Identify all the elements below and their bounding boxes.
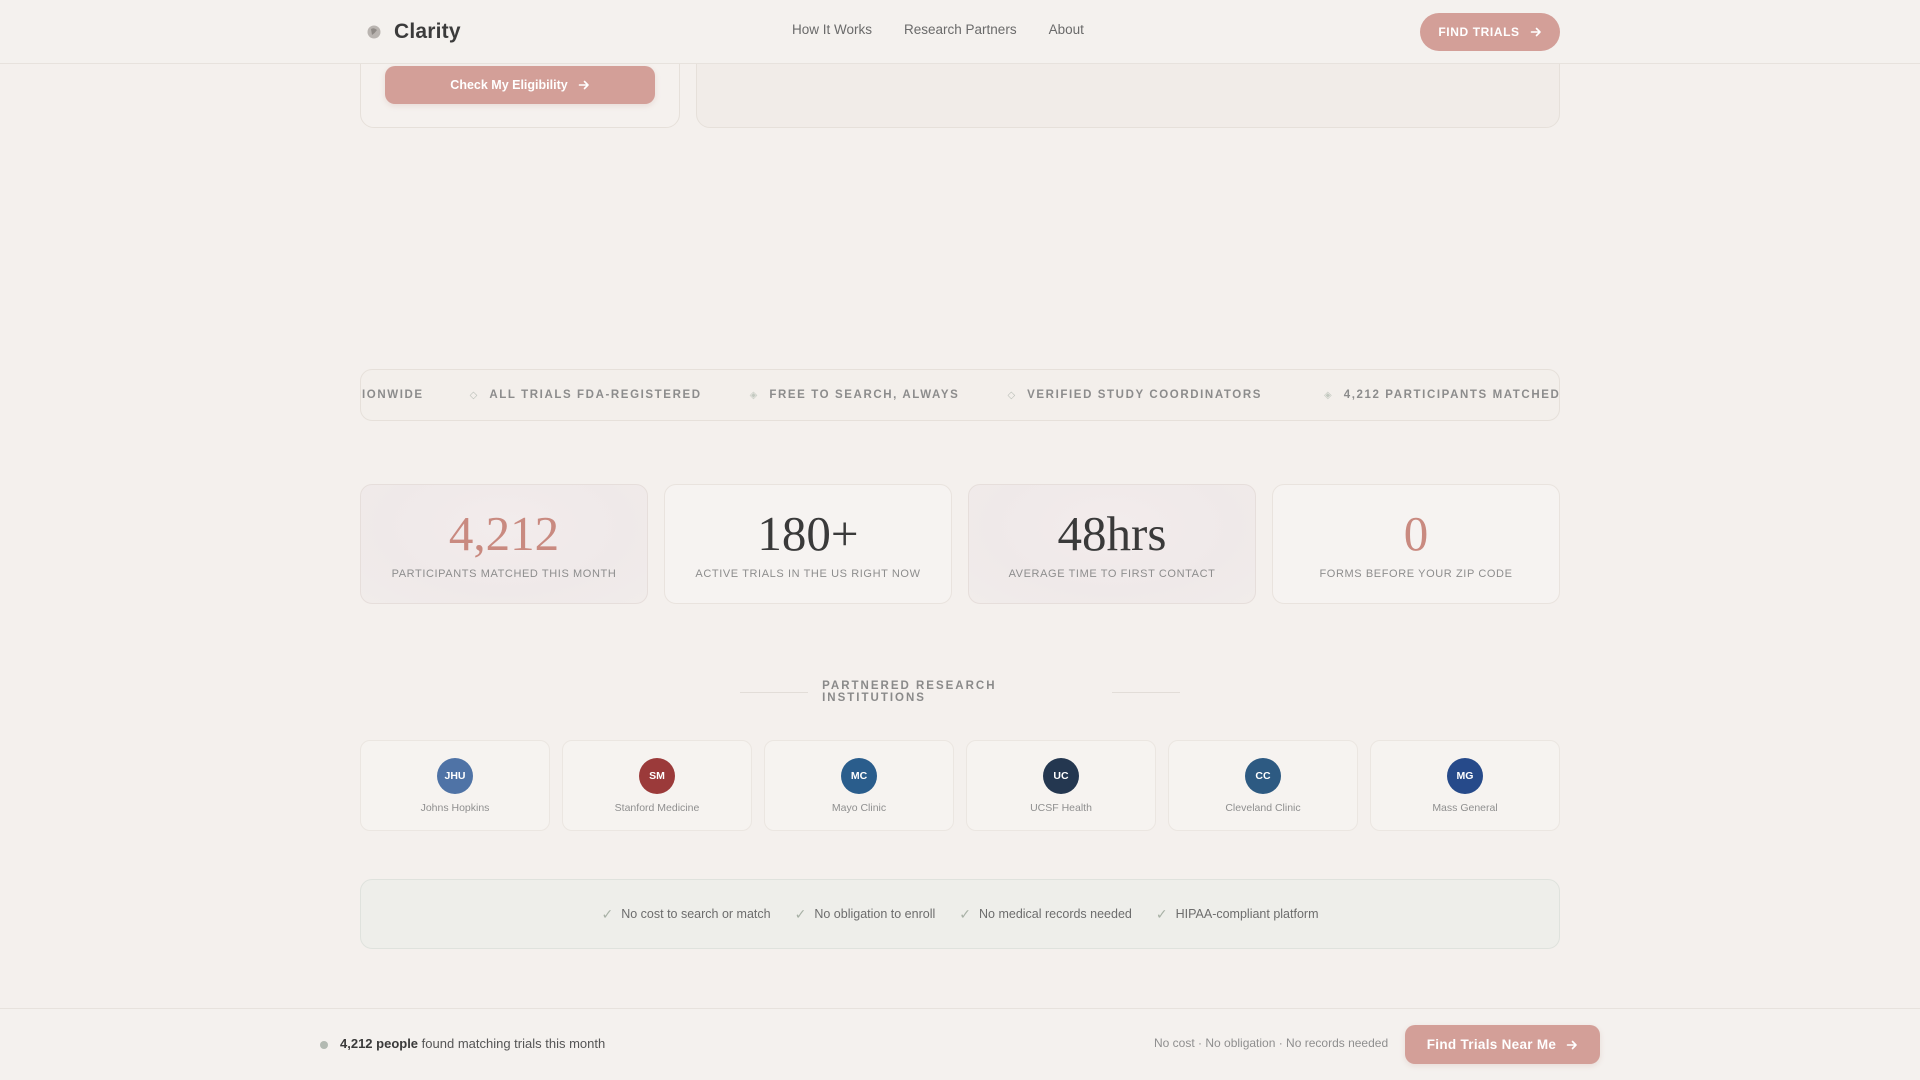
stat-label: FORMS BEFORE YOUR ZIP CODE xyxy=(1319,568,1513,580)
find-trials-near-me-label: Find Trials Near Me xyxy=(1426,1037,1557,1052)
stats-row: 4,212 PARTICIPANTS MATCHED THIS MONTH 18… xyxy=(360,484,1560,604)
trust-item-label: No medical records needed xyxy=(979,907,1132,921)
ticker-item: ◇ VERIFIED STUDY COORDINATORS xyxy=(1007,389,1262,401)
stat-card-contact-time: 48hrs AVERAGE TIME TO FIRST CONTACT xyxy=(968,484,1256,604)
stat-label: ACTIVE TRIALS IN THE US RIGHT NOW xyxy=(695,568,921,580)
trust-ticker: IONWIDE ◇ ALL TRIALS FDA-REGISTERED ◈ FR… xyxy=(360,369,1560,421)
diamond-outline-icon: ◇ xyxy=(469,389,478,401)
partner-badge: JHU xyxy=(437,757,473,794)
divider-line xyxy=(1111,691,1180,693)
stat-value: 48hrs xyxy=(1057,506,1167,561)
diamond-filled-icon: ◈ xyxy=(749,389,758,401)
partner-card[interactable]: JHU Johns Hopkins xyxy=(360,740,550,831)
trust-item-label: No obligation to enroll xyxy=(814,907,936,921)
partner-card[interactable]: SM Stanford Medicine xyxy=(562,740,752,831)
sticky-match-text: 4,212 people found matching trials this … xyxy=(340,1036,605,1051)
trust-item-label: No cost to search or match xyxy=(621,907,771,921)
trust-item: ✓ No obligation to enroll xyxy=(795,906,936,923)
nav-how-it-works[interactable]: How It Works xyxy=(792,22,872,37)
check-eligibility-label: Check My Eligibility xyxy=(450,78,568,92)
find-trials-label: FIND TRIALS xyxy=(1438,25,1520,39)
trust-bar: ✓ No cost to search or match ✓ No obliga… xyxy=(360,879,1560,949)
stat-value: 0 xyxy=(1403,506,1429,561)
trust-item: ✓ No medical records needed xyxy=(959,906,1132,923)
partners-heading: PARTNERED RESEARCH INSTITUTIONS xyxy=(740,680,1180,704)
partner-badge: CC xyxy=(1245,757,1281,794)
partner-card[interactable]: CC Cleveland Clinic xyxy=(1168,740,1358,831)
check-icon: ✓ xyxy=(959,905,971,922)
stat-label: PARTICIPANTS MATCHED THIS MONTH xyxy=(391,568,617,580)
sticky-note: No cost · No obligation · No records nee… xyxy=(1154,1036,1389,1050)
partner-badge: UC xyxy=(1043,757,1079,794)
partner-card[interactable]: UC UCSF Health xyxy=(966,740,1156,831)
stat-card-forms: 0 FORMS BEFORE YOUR ZIP CODE xyxy=(1272,484,1560,604)
sticky-match-label: found matching trials this month xyxy=(421,1036,606,1051)
arrow-right-icon xyxy=(578,80,589,90)
ticker-item: ◇ ALL TRIALS FDA-REGISTERED xyxy=(470,389,702,401)
ticker-item-label: 4,212 PARTICIPANTS MATCHED TH xyxy=(1343,389,1560,401)
partners-row: JHU Johns Hopkins SM Stanford Medicine M… xyxy=(360,740,1560,831)
check-eligibility-button[interactable]: Check My Eligibility xyxy=(385,66,655,104)
stat-card-participants: 4,212 PARTICIPANTS MATCHED THIS MONTH xyxy=(360,484,648,604)
partner-name: Cleveland Clinic xyxy=(1225,801,1301,814)
partner-badge: MC xyxy=(841,757,877,794)
main-nav: How It Works Research Partners About xyxy=(792,22,1084,37)
stat-card-active-trials: 180+ ACTIVE TRIALS IN THE US RIGHT NOW xyxy=(664,484,952,604)
site-header: Clarity How It Works Research Partners A… xyxy=(0,0,1920,64)
nav-about[interactable]: About xyxy=(1049,22,1084,37)
live-status-dot-icon xyxy=(320,1041,328,1049)
find-trials-button[interactable]: FIND TRIALS xyxy=(1420,13,1560,51)
ticker-item-label: FREE TO SEARCH, ALWAYS xyxy=(769,389,960,401)
trust-item-label: HIPAA-compliant platform xyxy=(1175,907,1319,921)
partner-name: Stanford Medicine xyxy=(614,801,700,814)
partner-name: Johns Hopkins xyxy=(420,801,490,814)
stat-value: 180+ xyxy=(757,506,859,561)
trust-item: ✓ HIPAA-compliant platform xyxy=(1156,906,1319,923)
diamond-outline-icon: ◇ xyxy=(1007,389,1016,401)
arrow-right-icon xyxy=(1566,1040,1578,1049)
brand-logo[interactable]: Clarity xyxy=(366,18,461,46)
partner-name: Mass General xyxy=(1432,801,1498,814)
divider-line xyxy=(740,691,809,693)
partner-card[interactable]: MC Mayo Clinic xyxy=(764,740,954,831)
check-icon: ✓ xyxy=(794,905,807,922)
logo-mark-icon xyxy=(367,25,381,39)
partner-name: UCSF Health xyxy=(1030,801,1092,814)
ticker-item-label: VERIFIED STUDY COORDINATORS xyxy=(1027,389,1263,401)
partner-name: Mayo Clinic xyxy=(831,801,887,814)
sticky-match-count: 4,212 people xyxy=(340,1036,419,1051)
partner-card[interactable]: MG Mass General xyxy=(1370,740,1560,831)
ticker-item: ◈ 4,212 PARTICIPANTS MATCHED TH xyxy=(1324,389,1560,401)
find-trials-near-me-button[interactable]: Find Trials Near Me xyxy=(1405,1025,1600,1064)
ticker-item: IONWIDE xyxy=(362,389,424,401)
diamond-filled-icon: ◈ xyxy=(1324,389,1332,401)
ticker-item-label: ALL TRIALS FDA-REGISTERED xyxy=(489,389,702,401)
brand-name: Clarity xyxy=(394,20,461,43)
check-icon: ✓ xyxy=(601,905,614,922)
check-icon: ✓ xyxy=(1155,905,1168,922)
partners-heading-text: PARTNERED RESEARCH INSTITUTIONS xyxy=(822,680,997,704)
partner-badge: MG xyxy=(1447,757,1483,794)
sticky-cta-bar xyxy=(0,1008,1920,1080)
partner-badge: SM xyxy=(639,757,675,794)
trust-item: ✓ No cost to search or match xyxy=(602,906,771,923)
nav-research-partners[interactable]: Research Partners xyxy=(904,22,1017,37)
arrow-right-icon xyxy=(1530,27,1541,37)
stat-value: 4,212 xyxy=(448,506,560,561)
ticker-item-label: IONWIDE xyxy=(362,389,424,401)
ticker-item: ◈ FREE TO SEARCH, ALWAYS xyxy=(750,389,960,401)
stat-label: AVERAGE TIME TO FIRST CONTACT xyxy=(1008,568,1216,580)
ticker-track: IONWIDE ◇ ALL TRIALS FDA-REGISTERED ◈ FR… xyxy=(361,370,1560,420)
